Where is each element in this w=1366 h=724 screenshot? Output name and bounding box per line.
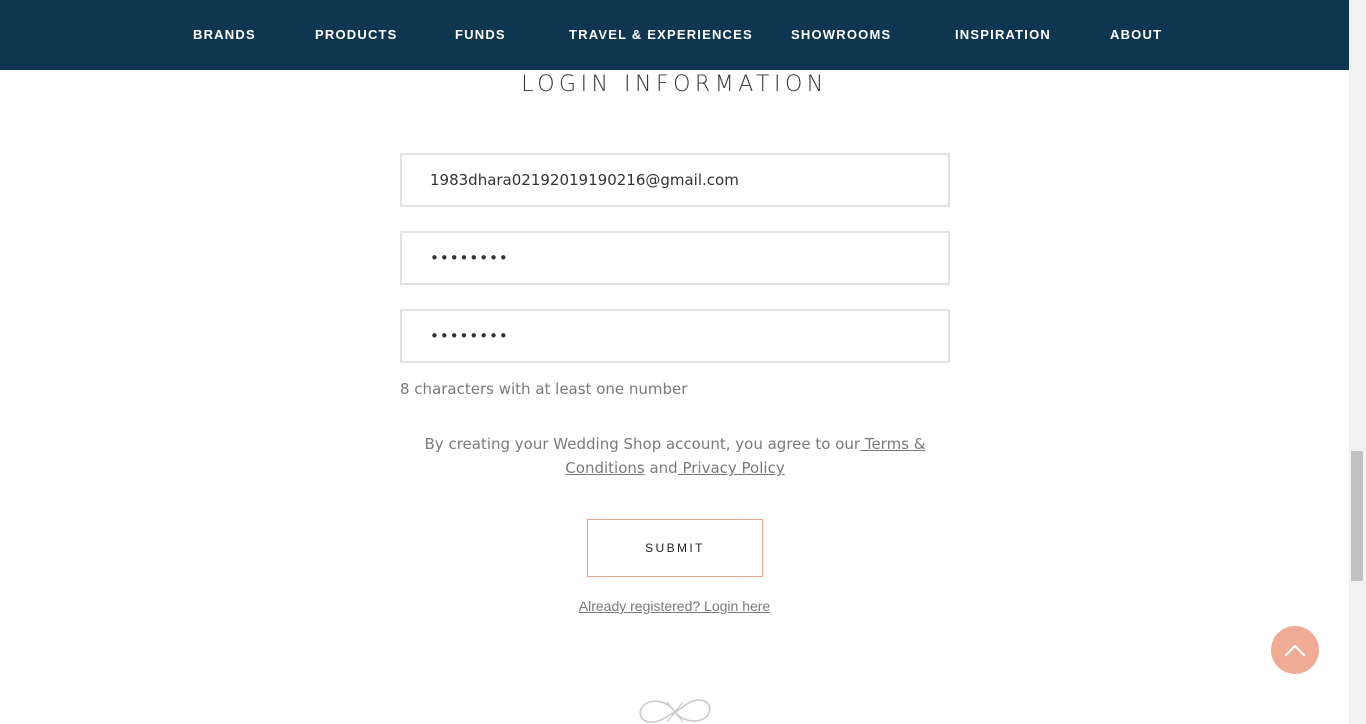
top-navigation: BRANDS PRODUCTS FUNDS TRAVEL & EXPERIENC… [0, 0, 1349, 70]
page-title: LOGIN INFORMATION [521, 72, 828, 97]
confirm-password-field[interactable] [400, 309, 950, 363]
privacy-policy-link[interactable]: Privacy Policy [678, 459, 784, 477]
nav-item-showrooms[interactable]: SHOWROOMS [791, 27, 891, 43]
chevron-up-icon [1284, 644, 1306, 657]
page-scrollbar[interactable] [1349, 0, 1366, 724]
scrollbar-thumb[interactable] [1351, 451, 1363, 581]
nav-item-about[interactable]: ABOUT [1110, 27, 1162, 43]
nav-item-funds[interactable]: FUNDS [455, 27, 506, 43]
email-field[interactable] [400, 153, 950, 207]
back-to-top-button[interactable] [1271, 626, 1319, 674]
login-link-container: Already registered? Login here [0, 598, 1349, 614]
nav-item-travel-experiences[interactable]: TRAVEL & EXPERIENCES [569, 27, 753, 43]
submit-button[interactable]: SUBMIT [587, 519, 763, 577]
agreement-text: By creating your Wedding Shop account, y… [400, 432, 950, 480]
nav-item-brands[interactable]: BRANDS [193, 27, 256, 43]
agreement-prefix: By creating your Wedding Shop account, y… [424, 435, 861, 453]
nav-item-inspiration[interactable]: INSPIRATION [955, 27, 1051, 43]
infinity-logo-icon [639, 699, 711, 723]
page: BRANDS PRODUCTS FUNDS TRAVEL & EXPERIENC… [0, 0, 1366, 724]
password-hint: 8 characters with at least one number [400, 380, 688, 398]
nav-item-products[interactable]: PRODUCTS [315, 27, 398, 43]
agreement-and: and [644, 459, 678, 477]
password-field[interactable] [400, 231, 950, 285]
login-link[interactable]: Already registered? Login here [579, 598, 770, 614]
